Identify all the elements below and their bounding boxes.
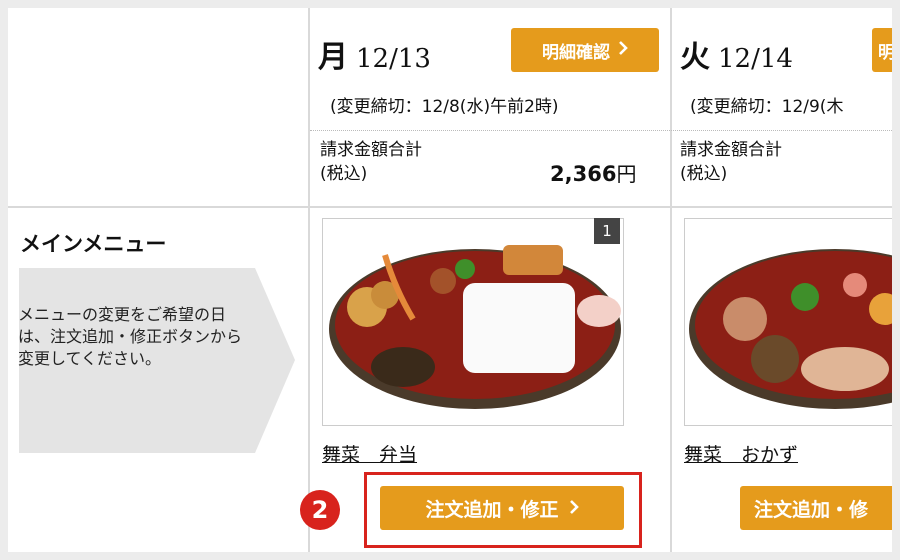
detail-confirm-button[interactable]: 明細確認 — [511, 28, 659, 72]
chevron-right-icon — [618, 40, 628, 60]
day-header-2: 火 12/14 — [680, 40, 793, 75]
calendar-table: 月 12/13 明細確認 (変更締切：12/8(水)午前2時) 請求金額合計 (税… — [8, 8, 892, 552]
billing-amount: 2,366円 — [550, 162, 637, 186]
dotted-separator — [310, 130, 892, 131]
okazu-photo[interactable] — [684, 218, 892, 426]
menu-item-link[interactable]: 舞菜 おかず — [684, 440, 798, 467]
change-deadline: (変更締切：12/9(木 — [690, 97, 844, 117]
day-header-1: 月 12/13 — [318, 40, 431, 75]
change-deadline: (変更締切：12/8(水)午前2時) — [330, 97, 559, 117]
column-divider — [670, 8, 672, 552]
step-number-badge: 2 — [300, 490, 340, 530]
order-add-modify-button[interactable]: 注文追加・修 — [740, 486, 892, 530]
highlight-box — [364, 472, 642, 548]
main-menu-title: メインメニュー — [20, 232, 167, 256]
row-divider — [8, 206, 892, 208]
column-divider — [308, 8, 310, 552]
billing-total-label: 請求金額合計 (税込) — [320, 140, 422, 184]
detail-confirm-button[interactable]: 明 — [872, 28, 892, 72]
instruction-text: メニューの変更をご希望の日は、注文追加・修正ボタンから変更してください。 — [18, 305, 243, 368]
quantity-badge: 1 — [594, 218, 620, 244]
menu-item-link[interactable]: 舞菜 弁当 — [322, 440, 417, 467]
billing-total-label: 請求金額合計 (税込) — [680, 140, 782, 184]
bento-photo[interactable] — [322, 218, 624, 426]
